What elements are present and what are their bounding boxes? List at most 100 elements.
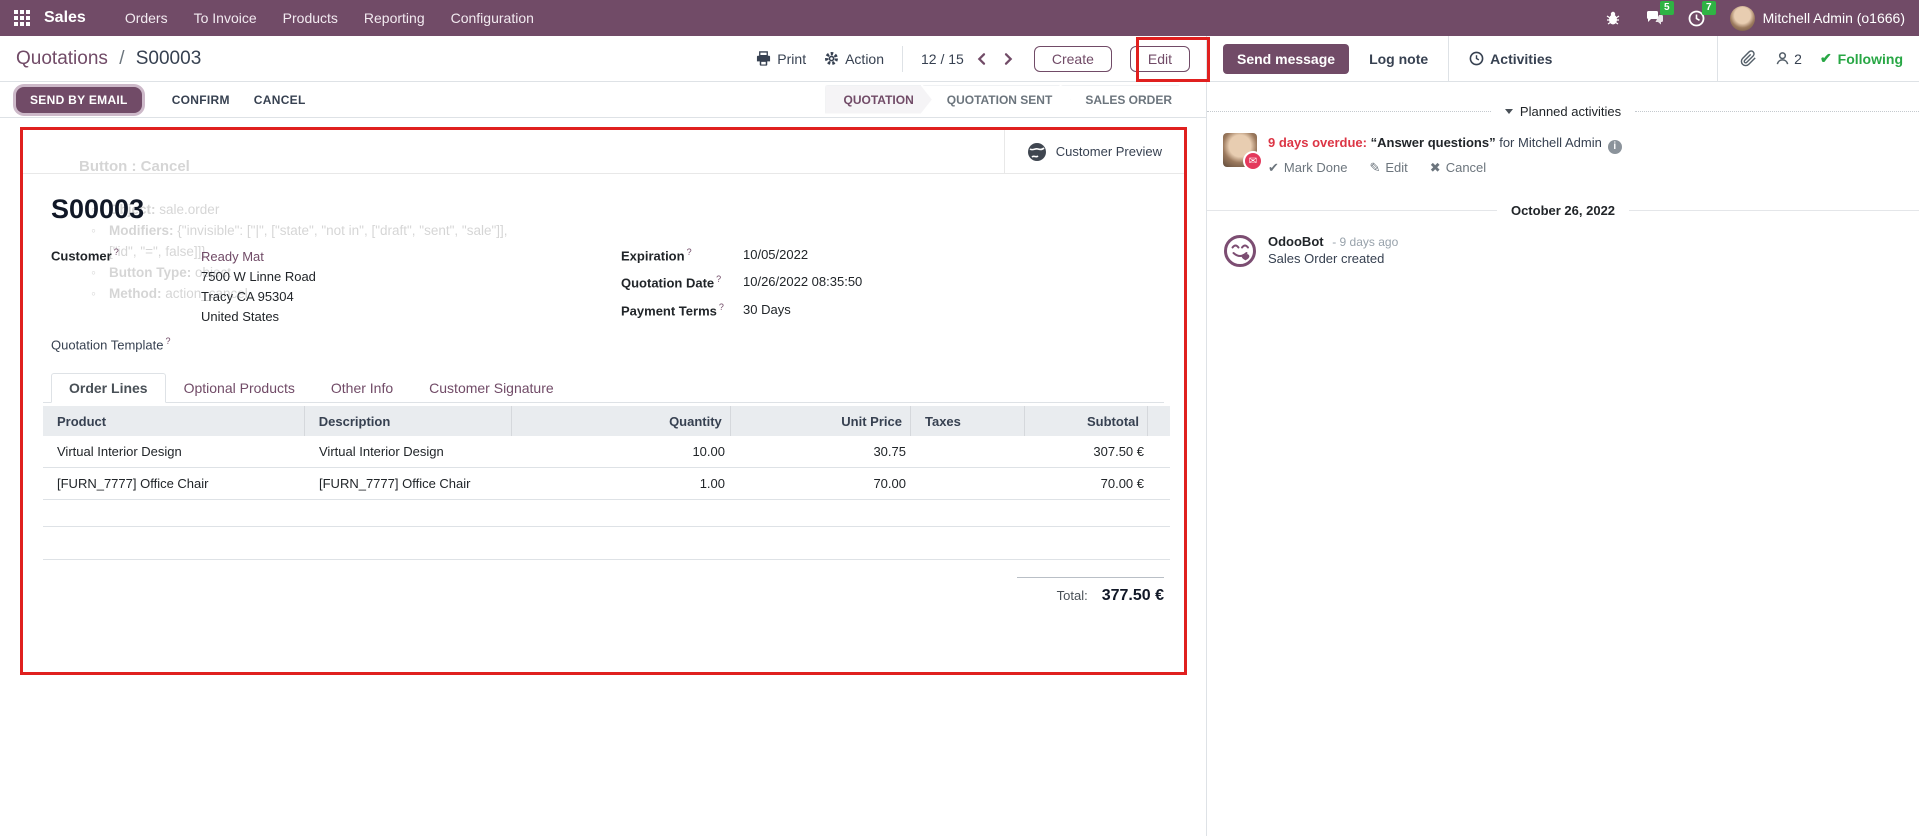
debug-bug-icon[interactable] [1601, 6, 1625, 30]
following-button[interactable]: ✔ Following [1820, 50, 1903, 67]
action-menu-button[interactable]: Action [824, 51, 884, 67]
column-header-subtotal[interactable]: Subtotal [1024, 406, 1147, 436]
column-header-unit-price[interactable]: Unit Price [730, 406, 910, 436]
planned-activities-section: Planned activities [1207, 104, 1919, 119]
pager-previous-icon[interactable] [974, 51, 990, 67]
mark-done-button[interactable]: ✔Mark Done [1268, 158, 1347, 177]
create-button[interactable]: Create [1034, 46, 1112, 72]
message-author[interactable]: OdooBot [1268, 234, 1324, 249]
nav-item-orders[interactable]: Orders [112, 0, 181, 36]
messages-icon[interactable]: 5 [1643, 6, 1667, 30]
activity-cancel-button[interactable]: ✖Cancel [1430, 158, 1486, 177]
breadcrumb-quotations[interactable]: Quotations [16, 48, 108, 69]
quotation-date-field-label: Quotation Date? [621, 274, 743, 290]
nav-item-to-invoice[interactable]: To Invoice [181, 0, 270, 36]
customer-street: 7500 W Linne Road [201, 267, 316, 287]
person-icon [1775, 51, 1790, 66]
apps-menu-icon[interactable] [14, 10, 30, 26]
customer-link[interactable]: Ready Mat [201, 249, 264, 264]
cancel-button[interactable]: CANCEL [242, 87, 318, 113]
info-icon[interactable]: i [1608, 140, 1622, 154]
pencil-icon: ✎ [1369, 160, 1380, 175]
send-by-email-button[interactable]: SEND BY EMAIL [16, 87, 142, 113]
nav-item-products[interactable]: Products [270, 0, 351, 36]
message-timestamp: - 9 days ago [1332, 235, 1398, 249]
tab-order-lines[interactable]: Order Lines [51, 373, 166, 403]
column-header-product[interactable]: Product [43, 406, 304, 436]
send-message-button[interactable]: Send message [1223, 44, 1349, 74]
sheet-top-strip: Customer Preview [23, 130, 1184, 174]
nav-item-reporting[interactable]: Reporting [351, 0, 438, 36]
step-quotation-sent[interactable]: QUOTATION SENT [923, 86, 1071, 114]
customer-preview-button[interactable]: Customer Preview [1004, 130, 1184, 173]
user-avatar [1730, 6, 1755, 31]
quotation-date-value: 10/26/2022 08:35:50 [743, 274, 862, 290]
breadcrumb: Quotations / S00003 [16, 48, 201, 70]
tab-optional-products[interactable]: Optional Products [166, 373, 313, 403]
divider [902, 46, 903, 72]
customer-field-label: Customer? [51, 247, 201, 329]
empty-row [43, 500, 1170, 527]
quotation-template-field-label: Quotation Template? [51, 336, 1164, 352]
nav-item-configuration[interactable]: Configuration [438, 0, 547, 36]
notebook-tabs: Order Lines Optional Products Other Info… [43, 373, 1164, 403]
tab-other-info[interactable]: Other Info [313, 373, 411, 403]
email-activity-badge: ✉ [1243, 151, 1263, 171]
order-line-row[interactable]: Virtual Interior Design Virtual Interior… [43, 436, 1170, 468]
gear-icon [824, 51, 839, 66]
form-sheet-annotated-red: Customer Preview Button : Cancel Object:… [20, 127, 1187, 675]
expiration-field-label: Expiration? [621, 247, 743, 263]
expiration-value: 10/05/2022 [743, 247, 808, 263]
status-steps: QUOTATION QUOTATION SENT SALES ORDER [826, 86, 1190, 114]
schedule-activity-button[interactable]: Activities [1449, 51, 1572, 67]
breadcrumb-current: S00003 [136, 48, 202, 69]
tab-customer-signature[interactable]: Customer Signature [411, 373, 572, 403]
chatter-panel: Send message Log note Activities 2 ✔ Fol… [1206, 36, 1919, 836]
chatter-toolbar: Send message Log note Activities 2 ✔ Fol… [1207, 36, 1919, 82]
activities-clock-icon[interactable]: 7 [1685, 6, 1709, 30]
pager: 12 / 15 [921, 51, 1016, 67]
printer-icon [756, 51, 771, 66]
column-header-description[interactable]: Description [304, 406, 511, 436]
caret-down-icon [1505, 109, 1513, 114]
total-label: Total: [1057, 588, 1088, 603]
activity-item: ✉ 9 days overdue: “Answer questions” for… [1207, 123, 1919, 177]
edit-button[interactable]: Edit [1130, 46, 1190, 72]
planned-activities-toggle[interactable]: Planned activities [1491, 104, 1635, 119]
optional-columns-toggle[interactable] [1147, 406, 1170, 436]
app-brand[interactable]: Sales [44, 9, 86, 27]
payment-terms-field-label: Payment Terms? [621, 302, 743, 318]
odoo-app: Sales Orders To Invoice Products Reporti… [0, 0, 1919, 836]
activity-avatar: ✉ [1223, 133, 1257, 167]
print-button[interactable]: Print [756, 51, 806, 67]
clock-icon [1469, 51, 1484, 66]
order-line-row[interactable]: [FURN_7777] Office Chair [FURN_7777] Off… [43, 468, 1170, 500]
confirm-button[interactable]: CONFIRM [160, 87, 242, 113]
step-sales-order[interactable]: SALES ORDER [1061, 86, 1190, 114]
statusbar: SEND BY EMAIL CONFIRM CANCEL QUOTATION Q… [0, 82, 1206, 118]
check-icon: ✔ [1268, 160, 1279, 175]
order-total: Total: 377.50 € [1017, 577, 1164, 605]
followers-button[interactable]: 2 [1775, 51, 1802, 67]
date-divider: October 26, 2022 [1207, 203, 1919, 218]
form-pane: Quotations / S00003 Print Action 1 [0, 36, 1206, 836]
check-icon: ✔ [1820, 50, 1832, 67]
activity-edit-button[interactable]: ✎Edit [1369, 158, 1407, 177]
log-note-button[interactable]: Log note [1349, 51, 1448, 67]
user-menu[interactable]: Mitchell Admin (o1666) [1763, 10, 1905, 26]
pager-value: 12 / 15 [921, 51, 964, 67]
attachment-paperclip-icon[interactable] [1740, 50, 1757, 67]
form-area: Customer Preview Button : Cancel Object:… [0, 118, 1206, 836]
globe-icon [1027, 142, 1047, 162]
step-quotation[interactable]: QUOTATION [826, 86, 932, 114]
customer-city: Tracy CA 95304 [201, 287, 316, 307]
odoobot-avatar [1223, 234, 1257, 268]
control-panel: Quotations / S00003 Print Action 1 [0, 36, 1206, 82]
order-lines-table: Product Description Quantity Unit Price … [43, 406, 1170, 560]
empty-row [43, 527, 1170, 560]
record-title: S00003 [51, 194, 1164, 225]
column-header-taxes[interactable]: Taxes [910, 406, 1024, 436]
pager-next-icon[interactable] [1000, 51, 1016, 67]
activity-overdue: 9 days overdue: [1268, 135, 1367, 150]
column-header-quantity[interactable]: Quantity [511, 406, 730, 436]
